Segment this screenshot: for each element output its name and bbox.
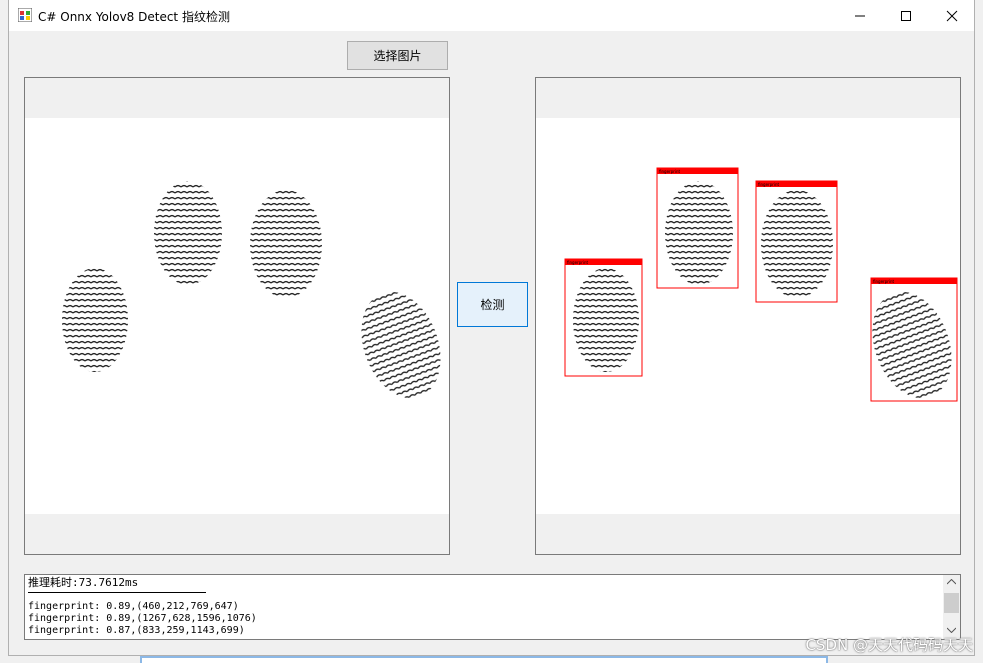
detection-label: fingerprint [873, 279, 895, 284]
close-button[interactable] [929, 0, 975, 31]
detection-label: fingerprint [567, 260, 589, 265]
minimize-button[interactable] [837, 0, 883, 31]
select-image-button[interactable]: 选择图片 [347, 41, 448, 70]
fingerprint-3 [761, 190, 833, 298]
result-fingerprints: fingerprint fingerprint fingerprint fing… [564, 167, 958, 402]
fingerprint-4 [872, 291, 952, 399]
vertical-scrollbar[interactable] [943, 575, 960, 639]
output-textbox[interactable]: 推理耗时:73.7612ms fingerprint: 0.89,(460,21… [24, 574, 961, 640]
window-title: C# Onnx Yolov8 Detect 指纹检测 [38, 10, 230, 24]
result-image-pane: fingerprint fingerprint fingerprint fing… [535, 77, 961, 555]
fingerprint-1 [573, 268, 639, 372]
scroll-thumb[interactable] [944, 593, 959, 613]
detection-label: fingerprint [758, 182, 780, 187]
source-fingerprints [62, 181, 441, 399]
app-icon [18, 8, 32, 22]
source-image-pane [24, 77, 450, 555]
result-line: fingerprint: 0.89,(460,212,769,647) [28, 601, 239, 612]
title-bar[interactable]: C# Onnx Yolov8 Detect 指纹检测 [9, 0, 974, 31]
separator-line [28, 592, 206, 593]
result-image: fingerprint fingerprint fingerprint fing… [536, 118, 960, 514]
background-window-edge [140, 656, 828, 663]
scroll-up-icon[interactable] [947, 579, 956, 585]
close-icon [946, 10, 958, 21]
scroll-down-icon[interactable] [947, 627, 956, 633]
fingerprint-2 [665, 181, 733, 285]
detect-button[interactable]: 检测 [457, 282, 528, 327]
fingerprint-1 [62, 268, 128, 372]
minimize-icon [855, 15, 865, 16]
fingerprint-4 [361, 291, 441, 399]
result-line: fingerprint: 0.87,(833,259,1143,699) [28, 625, 245, 636]
watermark: CSDN @天天代码码天天 [805, 636, 973, 654]
fingerprint-3 [250, 190, 322, 298]
fingerprint-2 [154, 181, 222, 285]
maximize-icon [901, 10, 911, 21]
result-line: fingerprint: 0.89,(1267,628,1596,1076) [28, 613, 257, 624]
inference-time: 推理耗时:73.7612ms [28, 576, 139, 589]
main-window: C# Onnx Yolov8 Detect 指纹检测 选择图片 检测 finge… [8, 0, 975, 656]
source-image [25, 118, 449, 514]
maximize-button[interactable] [883, 0, 929, 31]
detection-label: fingerprint [659, 169, 681, 174]
